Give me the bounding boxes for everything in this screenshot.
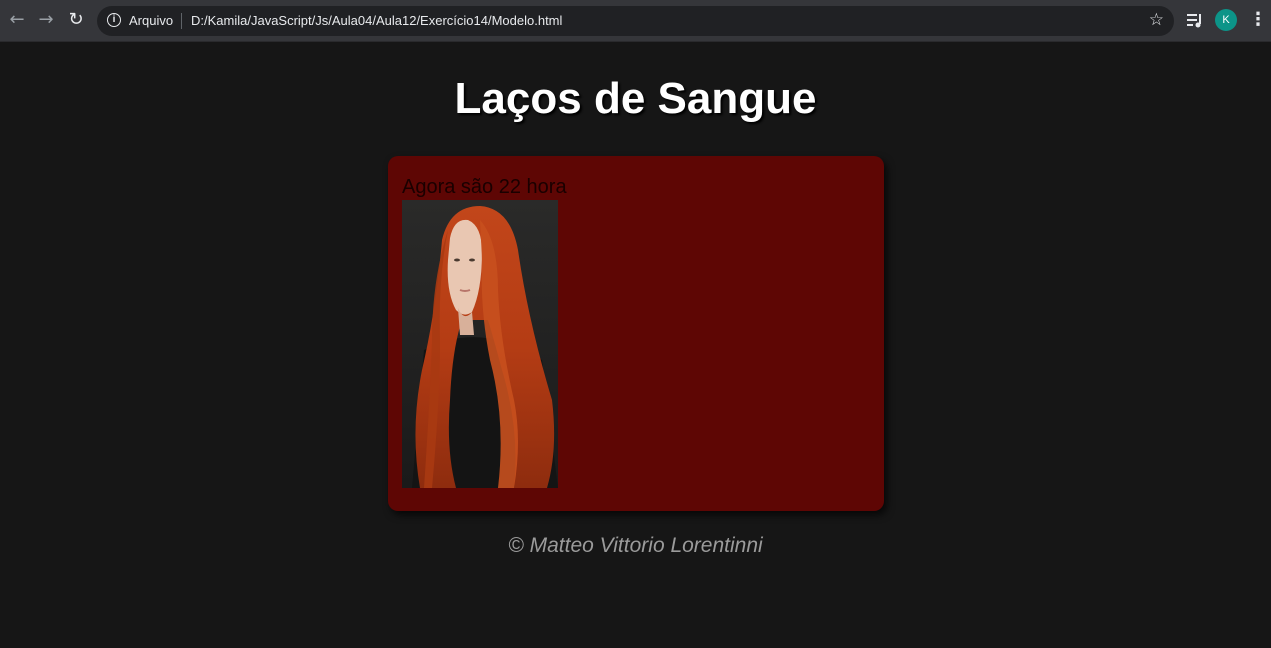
content-card: Agora são 22 hora: [388, 156, 884, 511]
page-title: Laços de Sangue: [454, 74, 817, 123]
portrait-image: [402, 200, 558, 488]
time-message: Agora são 22 hora: [402, 176, 567, 198]
info-icon[interactable]: i: [107, 13, 121, 27]
url-text[interactable]: D:/Kamila/JavaScript/Js/Aula04/Aula12/Ex…: [191, 13, 562, 28]
protocol-label: Arquivo: [129, 13, 174, 28]
address-bar[interactable]: i Arquivo D:/Kamila/JavaScript/Js/Aula04…: [97, 6, 1174, 36]
menu-icon[interactable]: ⋮: [1249, 9, 1267, 31]
omnibox-divider: [181, 13, 182, 29]
footer-credit: © Matteo Vittorio Lorentinni: [508, 534, 763, 557]
forward-icon[interactable]: →: [35, 9, 57, 31]
back-icon[interactable]: ←: [6, 9, 28, 31]
browser-toolbar: ← → ↻ i Arquivo D:/Kamila/JavaScript/Js/…: [0, 0, 1271, 42]
reload-icon[interactable]: ↻: [65, 9, 87, 31]
playlist-icon[interactable]: [1186, 11, 1204, 29]
star-icon[interactable]: ☆: [1149, 10, 1164, 30]
avatar[interactable]: K: [1215, 9, 1237, 31]
